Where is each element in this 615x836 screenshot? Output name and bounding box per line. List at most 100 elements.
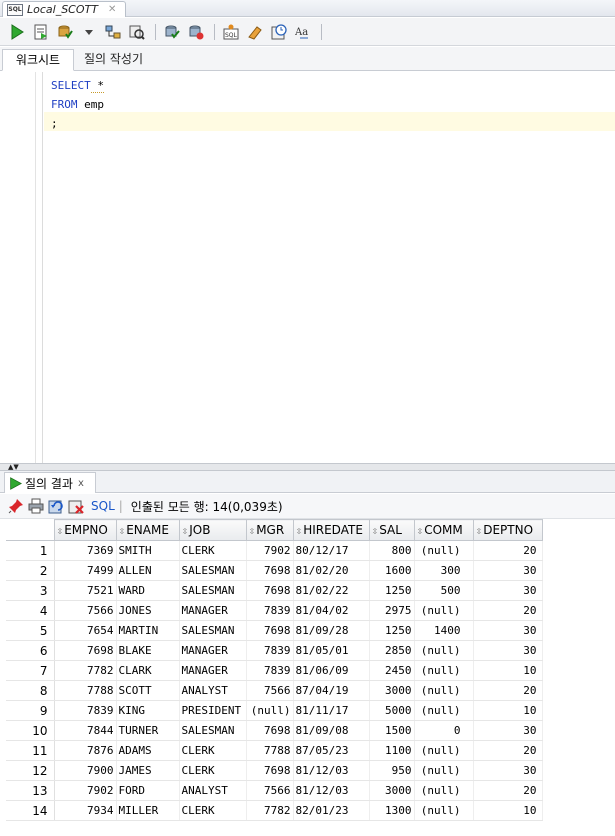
grid-cell-ename[interactable]: TURNER — [116, 720, 180, 741]
table-row[interactable]: 7 7782 CLARK MANAGER 7839 81/06/09 2450 (null) 1… — [6, 660, 543, 681]
sql-tuning-button[interactable]: SQL — [220, 21, 242, 43]
grid-cell-comm[interactable]: (null) — [414, 760, 474, 781]
commit-db-button[interactable] — [161, 21, 183, 43]
grid-cell-mgr[interactable]: 7566 — [246, 680, 294, 701]
grid-cell-mgr[interactable]: 7839 — [246, 660, 294, 681]
grid-cell-mgr[interactable]: 7698 — [246, 580, 294, 601]
grid-cell-ename[interactable]: SMITH — [116, 540, 180, 561]
results-grid[interactable]: ⇳EMPNO ⇳ENAME ⇳JOB ⇳MGR ⇳HIREDATE ⇳SAL ⇳… — [6, 519, 543, 821]
rollback-db-button[interactable] — [185, 21, 207, 43]
grid-cell-ename[interactable]: ADAMS — [116, 740, 180, 761]
grid-cell-mgr[interactable]: 7788 — [246, 740, 294, 761]
grid-cell-empno[interactable]: 7369 — [54, 540, 117, 561]
grid-cell-comm[interactable]: (null) — [414, 640, 474, 661]
grid-cell-hiredate[interactable]: 81/09/28 — [293, 620, 370, 641]
explain-plan-button[interactable] — [102, 21, 124, 43]
grid-cell-mgr[interactable]: 7839 — [246, 600, 294, 621]
grid-cell-job[interactable]: CLERK — [179, 540, 247, 561]
grid-cell-comm[interactable]: 1400 — [414, 620, 474, 641]
grid-cell-empno[interactable]: 7782 — [54, 660, 117, 681]
grid-cell-sal[interactable]: 2450 — [369, 660, 415, 681]
grid-cell-hiredate[interactable]: 81/04/02 — [293, 600, 370, 621]
grid-cell-comm[interactable]: (null) — [414, 740, 474, 761]
commit-button[interactable] — [54, 21, 76, 43]
grid-cell-comm[interactable]: 300 — [414, 560, 474, 581]
grid-cell-comm[interactable]: (null) — [414, 800, 474, 821]
grid-cell-deptno[interactable]: 30 — [473, 720, 543, 741]
grid-cell-job[interactable]: SALESMAN — [179, 580, 247, 601]
grid-cell-hiredate[interactable]: 81/05/01 — [293, 640, 370, 661]
grid-cell-sal[interactable]: 1600 — [369, 560, 415, 581]
column-header-hiredate[interactable]: ⇳HIREDATE — [292, 519, 370, 541]
column-header-empno[interactable]: ⇳EMPNO — [53, 519, 117, 541]
grid-cell-mgr[interactable]: (null) — [246, 700, 294, 721]
tab-query-builder[interactable]: 질의 작성기 — [76, 49, 151, 71]
grid-cell-deptno[interactable]: 10 — [473, 800, 543, 821]
grid-cell-deptno[interactable]: 20 — [473, 780, 543, 801]
grid-cell-sal[interactable]: 1100 — [369, 740, 415, 761]
grid-cell-hiredate[interactable]: 81/06/09 — [293, 660, 370, 681]
grid-cell-empno[interactable]: 7934 — [54, 800, 117, 821]
grid-cell-deptno[interactable]: 30 — [473, 760, 543, 781]
table-row[interactable]: 4 7566 JONES MANAGER 7839 81/04/02 2975 (null) 2… — [6, 600, 543, 621]
grid-cell-hiredate[interactable]: 81/02/22 — [293, 580, 370, 601]
grid-cell-empno[interactable]: 7654 — [54, 620, 117, 641]
grid-cell-hiredate[interactable]: 87/05/23 — [293, 740, 370, 761]
grid-cell-sal[interactable]: 1250 — [369, 580, 415, 601]
autotrace-button[interactable] — [126, 21, 148, 43]
grid-cell-empno[interactable]: 7698 — [54, 640, 117, 661]
table-row[interactable]: 13 7902 FORD ANALYST 7566 81/12/03 3000 (null) 2… — [6, 780, 543, 801]
grid-cell-mgr[interactable]: 7839 — [246, 640, 294, 661]
grid-cell-ename[interactable]: BLAKE — [116, 640, 180, 661]
grid-cell-job[interactable]: SALESMAN — [179, 620, 247, 641]
grid-cell-comm[interactable]: (null) — [414, 660, 474, 681]
grid-cell-hiredate[interactable]: 81/02/20 — [293, 560, 370, 581]
grid-cell-deptno[interactable]: 20 — [473, 740, 543, 761]
clear-button[interactable] — [244, 21, 266, 43]
grid-cell-job[interactable]: CLERK — [179, 740, 247, 761]
grid-cell-mgr[interactable]: 7698 — [246, 560, 294, 581]
grid-cell-ename[interactable]: CLARK — [116, 660, 180, 681]
grid-cell-empno[interactable]: 7788 — [54, 680, 117, 701]
grid-cell-deptno[interactable]: 20 — [473, 600, 543, 621]
grid-cell-mgr[interactable]: 7698 — [246, 760, 294, 781]
grid-cell-deptno[interactable]: 30 — [473, 580, 543, 601]
grid-cell-comm[interactable]: (null) — [414, 680, 474, 701]
column-header-ename[interactable]: ⇳ENAME — [115, 519, 180, 541]
grid-cell-deptno[interactable]: 10 — [473, 660, 543, 681]
grid-cell-sal[interactable]: 1300 — [369, 800, 415, 821]
grid-cell-ename[interactable]: FORD — [116, 780, 180, 801]
grid-cell-empno[interactable]: 7499 — [54, 560, 117, 581]
grid-cell-comm[interactable]: (null) — [414, 780, 474, 801]
grid-cell-sal[interactable]: 3000 — [369, 680, 415, 701]
grid-cell-comm[interactable]: (null) — [414, 600, 474, 621]
table-row[interactable]: 10 7844 TURNER SALESMAN 7698 81/09/08 1500 0 30 — [6, 720, 543, 741]
grid-cell-sal[interactable]: 3000 — [369, 780, 415, 801]
table-row[interactable]: 8 7788 SCOTT ANALYST 7566 87/04/19 3000 (null) 2… — [6, 680, 543, 701]
grid-cell-comm[interactable]: 500 — [414, 580, 474, 601]
grid-cell-ename[interactable]: KING — [116, 700, 180, 721]
table-row[interactable]: 5 7654 MARTIN SALESMAN 7698 81/09/28 1250 1400 3… — [6, 620, 543, 641]
grid-cell-sal[interactable]: 1500 — [369, 720, 415, 741]
run-script-button[interactable] — [30, 21, 52, 43]
table-row[interactable]: 11 7876 ADAMS CLERK 7788 87/05/23 1100 (null) 20 — [6, 740, 543, 761]
grid-cell-empno[interactable]: 7902 — [54, 780, 117, 801]
grid-cell-ename[interactable]: SCOTT — [116, 680, 180, 701]
close-icon[interactable]: ✕ — [108, 4, 116, 15]
sql-editor[interactable]: SELECT * FROM emp ; — [0, 72, 615, 463]
grid-cell-ename[interactable]: WARD — [116, 580, 180, 601]
grid-cell-comm[interactable]: (null) — [414, 700, 474, 721]
history-button[interactable] — [268, 21, 290, 43]
text-case-button[interactable]: Aa — [292, 21, 314, 43]
table-row[interactable]: 14 7934 MILLER CLERK 7782 82/01/23 1300 (null) 1… — [6, 800, 543, 821]
grid-cell-ename[interactable]: ALLEN — [116, 560, 180, 581]
column-header-job[interactable]: ⇳JOB — [178, 519, 247, 541]
table-row[interactable]: 9 7839 KING PRESIDENT (null) 81/11/17 5000 (nul… — [6, 700, 543, 721]
grid-cell-hiredate[interactable]: 81/12/03 — [293, 780, 370, 801]
worksheet-tab[interactable]: SQL Local_SCOTT ✕ — [2, 1, 126, 17]
panel-splitter[interactable]: ▲▼ — [0, 463, 615, 471]
grid-cell-hiredate[interactable]: 82/01/23 — [293, 800, 370, 821]
grid-cell-empno[interactable]: 7844 — [54, 720, 117, 741]
grid-cell-deptno[interactable]: 30 — [473, 640, 543, 661]
grid-cell-job[interactable]: ANALYST — [179, 780, 247, 801]
